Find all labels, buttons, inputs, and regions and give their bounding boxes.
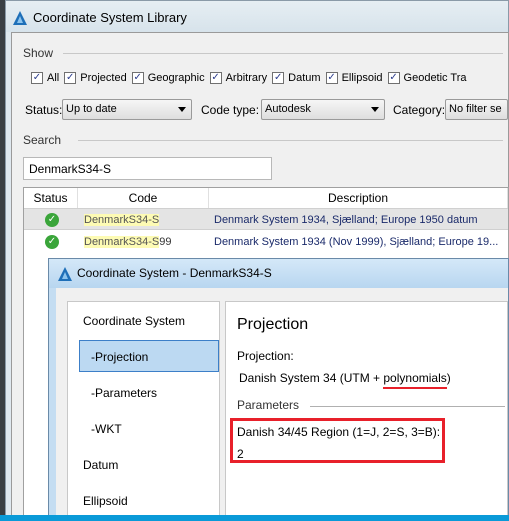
checkbox-ellipsoid[interactable]: ✓ Ellipsoid <box>325 72 383 84</box>
checkbox-geodetic-transformation[interactable]: ✓ Geodetic Tra <box>387 72 467 84</box>
coordinate-system-dialog: Coordinate System - DenmarkS34-S Coordin… <box>48 258 509 521</box>
status-label: Status: <box>25 103 63 117</box>
checkbox-projected[interactable]: ✓ Projected <box>64 72 127 84</box>
region-label: Danish 34/45 Region (1=J, 2=S, 3=B): <box>237 425 441 439</box>
chevron-down-icon <box>371 107 379 112</box>
show-label: Show <box>23 46 54 60</box>
code-match: DenmarkS34-S <box>84 236 160 248</box>
type-filter-checkboxes: ✓ All ✓ Projected ✓ Geographic ✓ Arbitrary ✓… <box>31 72 467 84</box>
nav-coordinate-system[interactable]: Coordinate System <box>68 305 219 337</box>
code-match: DenmarkS34-S <box>84 214 160 226</box>
column-header-status[interactable]: Status <box>24 188 78 208</box>
status-dropdown[interactable]: Up to date <box>62 99 192 120</box>
checkbox-checked-icon: ✓ <box>272 72 285 84</box>
checkbox-checked-icon: ✓ <box>209 72 222 84</box>
checkbox-checked-icon: ✓ <box>64 72 77 84</box>
projection-panel: Projection Projection: Danish System 34 … <box>225 301 508 520</box>
nav-wkt[interactable]: -WKT <box>68 413 219 445</box>
checkbox-all[interactable]: ✓ All <box>31 72 59 84</box>
search-label: Search <box>23 133 62 147</box>
search-input[interactable]: DenmarkS34-S <box>23 157 272 180</box>
checkbox-checked-icon: ✓ <box>325 72 338 84</box>
checkbox-label: Arbitrary <box>225 72 268 84</box>
checkbox-arbitrary[interactable]: ✓ Arbitrary <box>209 72 268 84</box>
projection-value-highlight: polynomials <box>383 371 447 389</box>
panel-heading: Projection <box>237 316 309 333</box>
projection-label: Projection: <box>237 349 294 363</box>
checkbox-datum[interactable]: ✓ Datum <box>272 72 321 84</box>
title-bar: Coordinate System Library <box>6 1 508 32</box>
checkbox-checked-icon: ✓ <box>387 72 400 84</box>
status-ok-icon: ✓ <box>45 213 59 227</box>
autodesk-logo-icon <box>58 267 72 281</box>
window-title: Coordinate System Library <box>33 10 187 25</box>
checkbox-label: Geographic <box>147 72 205 84</box>
column-header-description[interactable]: Description <box>209 188 508 208</box>
checkbox-checked-icon: ✓ <box>31 72 43 84</box>
nav-datum[interactable]: Datum <box>68 449 219 481</box>
table-row[interactable]: ✓ DenmarkS34-S Denmark System 1934, Sjæl… <box>24 208 508 230</box>
code-rest: 99 <box>159 236 172 248</box>
checkbox-geographic[interactable]: ✓ Geographic <box>131 72 205 84</box>
category-value: No filter se <box>449 103 502 115</box>
checkbox-label: Projected <box>80 72 127 84</box>
column-header-code[interactable]: Code <box>78 188 209 208</box>
projection-value-prefix: Danish System 34 (UTM + <box>239 371 384 385</box>
nav-parameters[interactable]: -Parameters <box>68 377 219 409</box>
checkbox-checked-icon: ✓ <box>131 72 144 84</box>
checkbox-label: All <box>47 72 60 84</box>
code-type-value: Autodesk <box>265 103 311 115</box>
region-value: 2 <box>237 447 244 461</box>
projection-value-suffix: ) <box>446 371 451 385</box>
dialog-title-bar: Coordinate System - DenmarkS34-S <box>49 259 508 288</box>
description: Denmark System 1934, Sjælland; Europe 19… <box>214 214 478 226</box>
parameters-label: Parameters <box>237 398 300 412</box>
nav-ellipsoid[interactable]: Ellipsoid <box>68 485 219 517</box>
search-divider <box>78 140 503 141</box>
parameters-divider <box>310 406 505 407</box>
table-row[interactable]: ✓ DenmarkS34-S99 Denmark System 1934 (No… <box>24 231 508 253</box>
checkbox-label: Geodetic Tra <box>403 72 467 84</box>
dialog-nav: Coordinate System -Projection -Parameter… <box>67 301 220 520</box>
nav-projection[interactable]: -Projection <box>79 340 219 372</box>
code-type-dropdown[interactable]: Autodesk <box>261 99 385 120</box>
chevron-down-icon <box>178 107 186 112</box>
checkbox-label: Datum <box>288 72 321 84</box>
search-value: DenmarkS34-S <box>29 162 112 176</box>
taskbar-strip <box>0 515 509 521</box>
dialog-title: Coordinate System - DenmarkS34-S <box>77 266 272 280</box>
status-value: Up to date <box>66 103 117 115</box>
autodesk-logo-icon <box>13 11 27 25</box>
checkbox-label: Ellipsoid <box>341 72 383 84</box>
description: Denmark System 1934 (Nov 1999), Sjælland… <box>214 236 499 248</box>
projection-value: Danish System 34 (UTM + polynomials) <box>239 371 451 389</box>
category-label: Category: <box>393 103 446 117</box>
code-type-label: Code type: <box>201 103 260 117</box>
category-dropdown[interactable]: No filter se <box>445 99 508 120</box>
show-divider <box>63 53 503 54</box>
status-ok-icon: ✓ <box>45 235 59 249</box>
